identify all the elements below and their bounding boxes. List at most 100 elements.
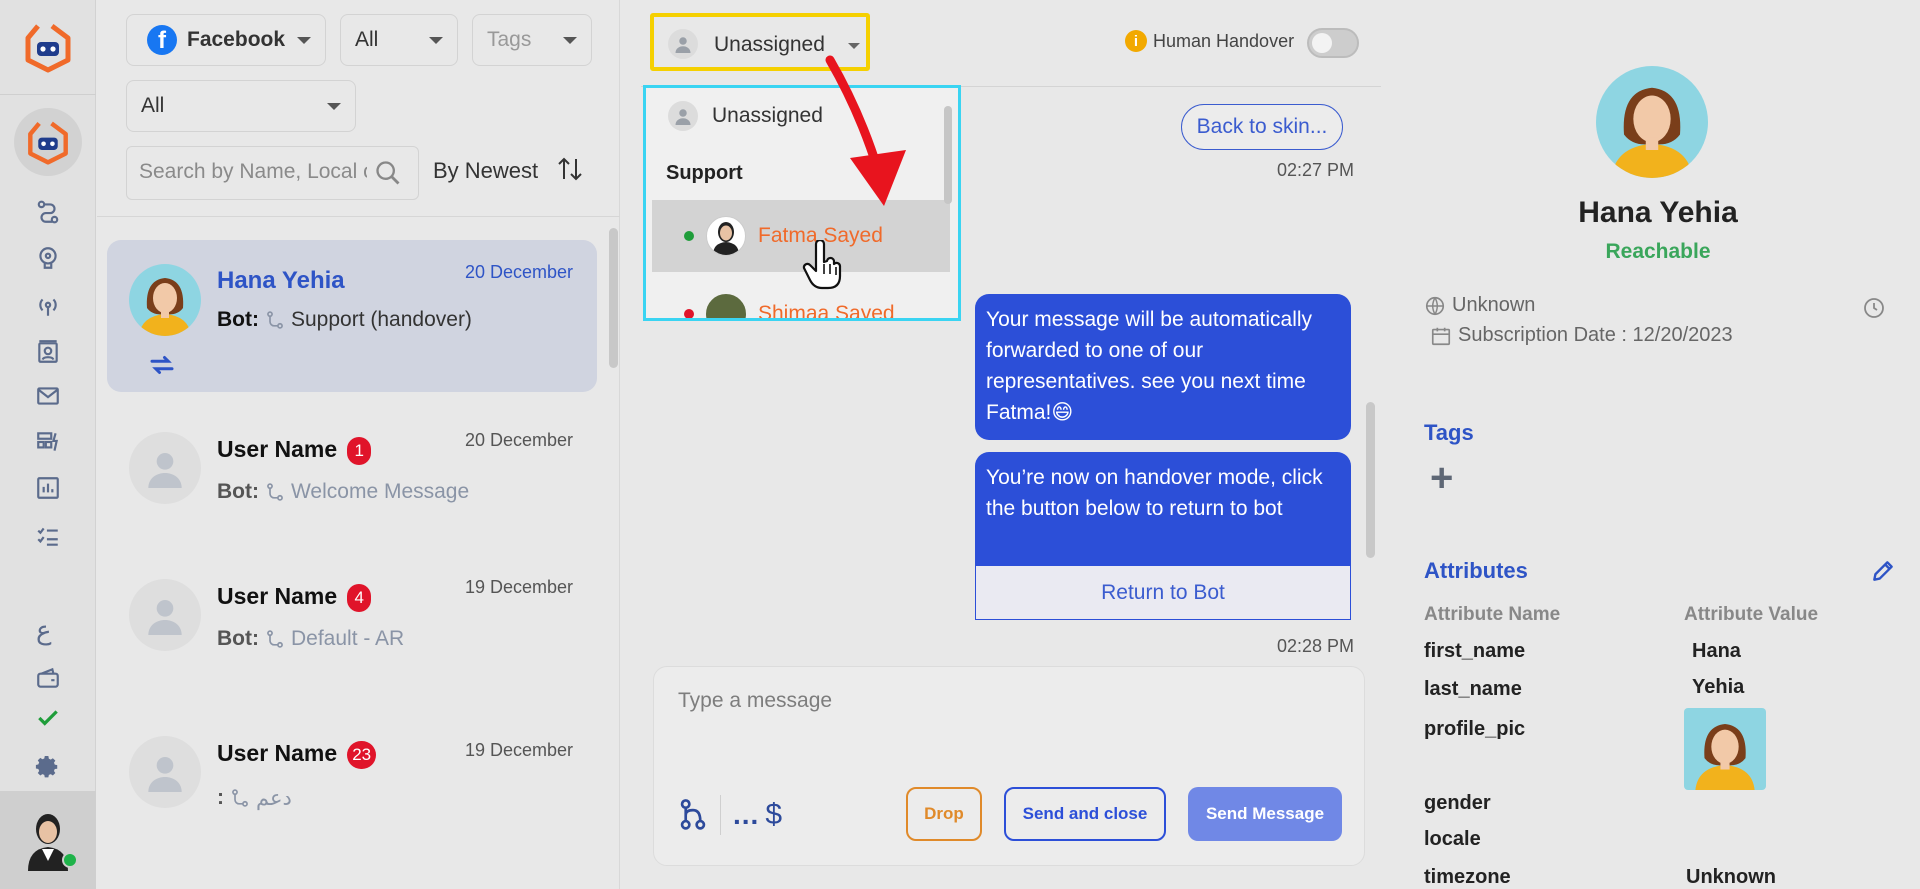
subscription-date: Subscription Date : 12/20/2023 — [1430, 324, 1733, 347]
flow-icon — [267, 311, 283, 329]
mail-icon[interactable] — [34, 382, 62, 410]
tags-select[interactable]: Tags — [472, 14, 592, 66]
outgoing-message: You’re now on handover mode, click the b… — [975, 452, 1351, 566]
secondary-filter-value: All — [141, 94, 165, 117]
status-select[interactable]: All — [340, 14, 458, 66]
list-scrollbar[interactable] — [609, 228, 618, 368]
conversation-item[interactable]: User Name 4 19 December Bot: Default - AR — [107, 555, 597, 705]
attr-key: profile_pic — [1424, 718, 1526, 740]
globe-icon — [1425, 296, 1445, 315]
contact-name: Hana Yehia — [1578, 196, 1738, 229]
conversation-flow: Bot: Welcome Message — [217, 480, 469, 504]
profile-pic-thumbnail[interactable] — [1684, 708, 1766, 790]
avatar-placeholder-icon — [129, 579, 201, 651]
secondary-filter-select[interactable]: All — [126, 80, 356, 132]
message-time: 02:28 PM — [1277, 636, 1355, 656]
search-input[interactable] — [127, 147, 367, 197]
online-status-dot — [62, 852, 78, 868]
language-switch[interactable]: ع — [36, 616, 52, 646]
settings-gear-icon[interactable] — [34, 754, 62, 782]
attributes-section-title: Attributes — [1424, 558, 1528, 583]
conversation-flow: Bot: Support (handover) — [217, 308, 472, 332]
send-and-close-button[interactable]: Send and close — [1004, 787, 1166, 841]
agent-name: Shimaa Sayed — [758, 302, 895, 321]
bot-workspace-icon[interactable] — [14, 108, 82, 176]
flow-name: Default - AR — [290, 627, 405, 650]
offline-status-dot — [684, 309, 694, 318]
avatar — [129, 264, 201, 336]
analytics-icon[interactable] — [34, 474, 62, 502]
sort-toggle-icon[interactable] — [557, 155, 583, 183]
avatar-placeholder-icon — [129, 736, 201, 808]
contacts-icon[interactable] — [34, 338, 62, 366]
sort-label[interactable]: By Newest — [433, 158, 538, 184]
hand-cursor-icon — [802, 240, 842, 290]
tags-section-title: Tags — [1424, 420, 1474, 445]
chevron-down-icon — [297, 37, 311, 44]
dropdown-group-label: Support — [666, 162, 743, 184]
attr-value: Hana — [1692, 640, 1741, 662]
channel-select[interactable]: f Facebook — [126, 14, 326, 66]
bot-label: : — [217, 786, 224, 809]
flow-icon — [267, 630, 283, 648]
attr-key: last_name — [1424, 678, 1522, 700]
search-box — [126, 146, 419, 200]
conversation-flow: : دعم — [217, 786, 292, 810]
dropdown-option-unassigned[interactable]: Unassigned — [668, 96, 823, 136]
broadcast-icon[interactable] — [34, 292, 62, 320]
flow-icon — [267, 483, 283, 501]
wallet-icon[interactable] — [34, 664, 62, 692]
conversation-date: 19 December — [464, 577, 573, 597]
conversation-name: Hana Yehia — [217, 267, 345, 294]
conversation-item[interactable]: User Name 23 19 December : دعم — [107, 712, 597, 862]
send-message-button[interactable]: Send Message — [1188, 787, 1342, 841]
unread-badge: 1 — [347, 436, 372, 465]
current-user-avatar[interactable] — [0, 791, 96, 889]
drop-button[interactable]: Drop — [906, 787, 982, 841]
flow-icon[interactable] — [678, 798, 708, 832]
add-tag-button[interactable]: + — [1430, 458, 1453, 498]
human-handover-toggle[interactable] — [1307, 28, 1359, 58]
ai-brain-icon[interactable] — [34, 244, 62, 272]
chevron-down-icon — [563, 37, 577, 44]
contact-profile-panel: Hana Yehia Reachable Unknown Subscriptio… — [1396, 0, 1920, 889]
attr-value: Unknown — [1686, 866, 1776, 888]
contact-status: Reachable — [1605, 240, 1711, 263]
back-to-skin-chip[interactable]: Back to skin... — [1181, 104, 1343, 150]
tasks-icon[interactable] — [34, 522, 62, 550]
status-select-value: All — [355, 28, 379, 51]
conversation-item-active[interactable]: Hana Yehia 20 December Bot: Support (han… — [107, 240, 597, 392]
automation-icon[interactable] — [34, 428, 62, 456]
annotation-arrow-icon — [825, 55, 906, 206]
clock-icon — [1864, 298, 1884, 318]
conversation-date: 20 December — [464, 430, 573, 450]
chevron-down-icon — [327, 103, 341, 110]
sync-icon[interactable] — [147, 350, 177, 380]
nav-rail: ع — [0, 0, 96, 889]
more-options-icon[interactable]: ... — [733, 799, 759, 831]
return-to-bot-button[interactable]: Return to Bot — [975, 566, 1351, 620]
chat-scrollbar[interactable] — [1366, 402, 1375, 558]
dropdown-option-agent[interactable]: Shimaa Sayed — [652, 278, 950, 321]
search-icon[interactable] — [374, 159, 402, 187]
human-handover-label: Human Handover — [1153, 30, 1295, 51]
online-status-dot — [684, 231, 694, 241]
edit-pencil-icon[interactable] — [1870, 558, 1896, 584]
assignee-value: Unassigned — [714, 33, 825, 56]
attr-key: locale — [1424, 828, 1481, 850]
brand-logo-icon[interactable] — [22, 20, 74, 74]
message-input[interactable] — [678, 689, 1318, 749]
conversation-name: User Name 4 — [217, 583, 372, 612]
flows-icon[interactable] — [34, 198, 62, 226]
avatar-placeholder-icon — [129, 432, 201, 504]
flow-name: Support (handover) — [290, 308, 472, 331]
bot-label: Bot: — [217, 480, 259, 503]
attr-name-header: Attribute Name — [1424, 604, 1561, 625]
dropdown-scrollbar[interactable] — [944, 106, 952, 204]
info-icon: i — [1125, 30, 1147, 52]
check-icon[interactable] — [34, 704, 62, 732]
conversation-item[interactable]: User Name 1 20 December Bot: Welcome Mess… — [107, 408, 597, 558]
payment-icon[interactable]: $ — [765, 798, 782, 832]
flow-icon — [232, 789, 248, 807]
outgoing-message: Your message will be automatically forwa… — [975, 294, 1351, 440]
